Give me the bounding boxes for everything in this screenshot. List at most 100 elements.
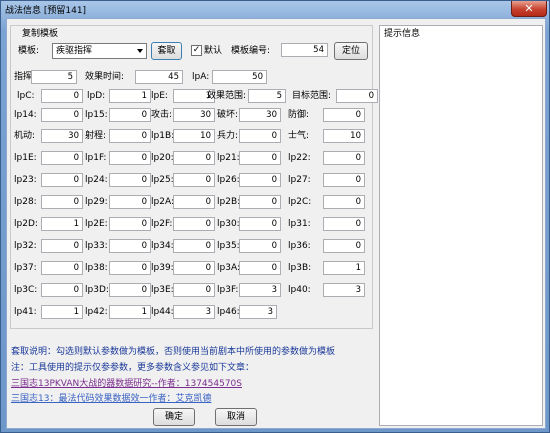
param-field[interactable]: 0 xyxy=(323,217,365,231)
param-field[interactable]: 1 xyxy=(109,89,151,103)
article-link-2[interactable]: 三国志13：最法代码效果数据效一作者：艾克凯德 xyxy=(11,391,211,404)
param-field[interactable]: 0 xyxy=(109,283,151,297)
param-field[interactable]: 0 xyxy=(239,239,281,253)
param-label: lp3A: xyxy=(217,263,240,273)
param-field[interactable]: 0 xyxy=(173,173,215,187)
param-field[interactable]: 5 xyxy=(31,70,77,84)
param-field[interactable]: 1 xyxy=(41,305,83,319)
check-icon: ✓ xyxy=(192,45,201,55)
param-field[interactable]: 0 xyxy=(41,108,83,122)
template-no-field[interactable]: 54 xyxy=(281,43,328,57)
param-label: 防御: xyxy=(288,110,310,120)
param-label: lp33: xyxy=(85,241,108,251)
param-label: lp24: xyxy=(85,175,108,185)
param-field[interactable]: 0 xyxy=(323,173,365,187)
param-field[interactable]: 0 xyxy=(109,173,151,187)
fetch-button[interactable]: 套取 xyxy=(151,42,182,60)
param-field[interactable]: 0 xyxy=(109,239,151,253)
param-label: lp38: xyxy=(85,263,108,273)
param-field[interactable]: 0 xyxy=(109,195,151,209)
param-field[interactable]: 0 xyxy=(109,151,151,165)
param-field[interactable]: 0 xyxy=(173,283,215,297)
param-label: lp28: xyxy=(14,197,37,207)
title-bar: 战法信息 [预留141] ✕ xyxy=(1,1,550,18)
template-label: 模板: xyxy=(18,46,40,56)
param-label: lp2A: xyxy=(151,197,174,207)
param-field[interactable]: 0 xyxy=(173,151,215,165)
param-label: 机动: xyxy=(14,131,36,141)
param-label: lp1E: xyxy=(14,153,37,163)
template-select[interactable]: 疾驱指挥 xyxy=(52,43,147,59)
param-field[interactable]: 1 xyxy=(109,305,151,319)
hint-panel[interactable]: 提示信息 xyxy=(379,25,543,426)
param-field[interactable]: 0 xyxy=(41,195,83,209)
locate-button[interactable]: 定位 xyxy=(334,42,368,60)
param-field[interactable]: 5 xyxy=(248,89,286,103)
param-field[interactable]: 0 xyxy=(41,261,83,275)
param-label: 士气: xyxy=(288,131,310,141)
cancel-button[interactable]: 取消 xyxy=(215,408,257,426)
param-label: lp35: xyxy=(217,241,240,251)
param-field[interactable]: 0 xyxy=(173,217,215,231)
param-field[interactable]: 0 xyxy=(41,173,83,187)
param-label: lp1F: xyxy=(85,153,107,163)
group-label: 复制模板 xyxy=(20,26,61,39)
param-field[interactable]: 0 xyxy=(239,173,281,187)
param-field[interactable]: 0 xyxy=(239,217,281,231)
param-label: lp29: xyxy=(85,197,108,207)
default-checkbox[interactable]: ✓ xyxy=(191,45,202,56)
param-field[interactable]: 0 xyxy=(239,151,281,165)
param-field[interactable]: 10 xyxy=(323,129,365,143)
close-icon[interactable]: ✕ xyxy=(511,1,547,17)
param-field[interactable]: 0 xyxy=(41,239,83,253)
param-field[interactable]: 3 xyxy=(173,305,215,319)
param-field[interactable]: 10 xyxy=(173,129,215,143)
param-field[interactable]: 0 xyxy=(41,89,83,103)
param-label: lp15: xyxy=(85,110,108,120)
param-field[interactable]: 1 xyxy=(323,261,365,275)
param-field[interactable]: 0 xyxy=(41,151,83,165)
param-field[interactable]: 0 xyxy=(323,239,365,253)
param-label: 效果范围: xyxy=(207,91,247,101)
param-field[interactable]: 0 xyxy=(109,129,151,143)
param-field[interactable]: 0 xyxy=(173,239,215,253)
copy-template-group: 复制模板 模板: 疾驱指挥 套取 ✓ 默认 模板编号: 54 定位 指挥: 5 效果… xyxy=(10,25,378,329)
param-label: lp22: xyxy=(288,153,311,163)
param-field[interactable]: 50 xyxy=(212,70,267,84)
param-field[interactable]: 0 xyxy=(173,195,215,209)
article-link-1[interactable]: 三国志13PKVAN大战的器数据研究--作者：137454570S xyxy=(11,376,242,389)
param-field[interactable]: 3 xyxy=(239,283,281,297)
param-label: lp3F: xyxy=(217,285,239,295)
param-field[interactable]: 45 xyxy=(135,70,183,84)
param-label: lp36: xyxy=(288,241,311,251)
param-field[interactable]: 0 xyxy=(109,217,151,231)
param-field[interactable]: 3 xyxy=(323,283,365,297)
param-field[interactable]: 0 xyxy=(239,129,281,143)
param-label: lp25: xyxy=(151,175,174,185)
template-no-label: 模板编号: xyxy=(231,46,271,56)
param-label: lp46: xyxy=(217,307,240,317)
param-label: 效果时间: xyxy=(85,72,125,82)
dialog-client: 复制模板 模板: 疾驱指挥 套取 ✓ 默认 模板编号: 54 定位 指挥: 5 效果… xyxy=(6,18,546,429)
param-field[interactable]: 0 xyxy=(239,195,281,209)
param-field[interactable]: 30 xyxy=(41,129,83,143)
param-label: lpA: xyxy=(192,72,210,82)
param-field[interactable]: 0 xyxy=(323,195,365,209)
param-field[interactable]: 0 xyxy=(323,151,365,165)
param-field[interactable]: 1 xyxy=(41,217,83,231)
template-select-value: 疾驱指挥 xyxy=(56,46,93,56)
param-label: lp3C: xyxy=(14,285,38,295)
param-field[interactable]: 0 xyxy=(109,108,151,122)
param-field[interactable]: 0 xyxy=(323,108,365,122)
param-field[interactable]: 0 xyxy=(41,283,83,297)
param-field[interactable]: 30 xyxy=(239,108,281,122)
param-label: lp2D: xyxy=(14,219,38,229)
param-field[interactable]: 0 xyxy=(239,261,281,275)
ok-button[interactable]: 确定 xyxy=(153,408,195,426)
param-label: lp2B: xyxy=(217,197,241,207)
param-field[interactable]: 0 xyxy=(109,261,151,275)
param-field[interactable]: 0 xyxy=(336,89,378,103)
param-field[interactable]: 0 xyxy=(173,261,215,275)
param-field[interactable]: 3 xyxy=(239,305,277,319)
param-field[interactable]: 30 xyxy=(173,108,215,122)
